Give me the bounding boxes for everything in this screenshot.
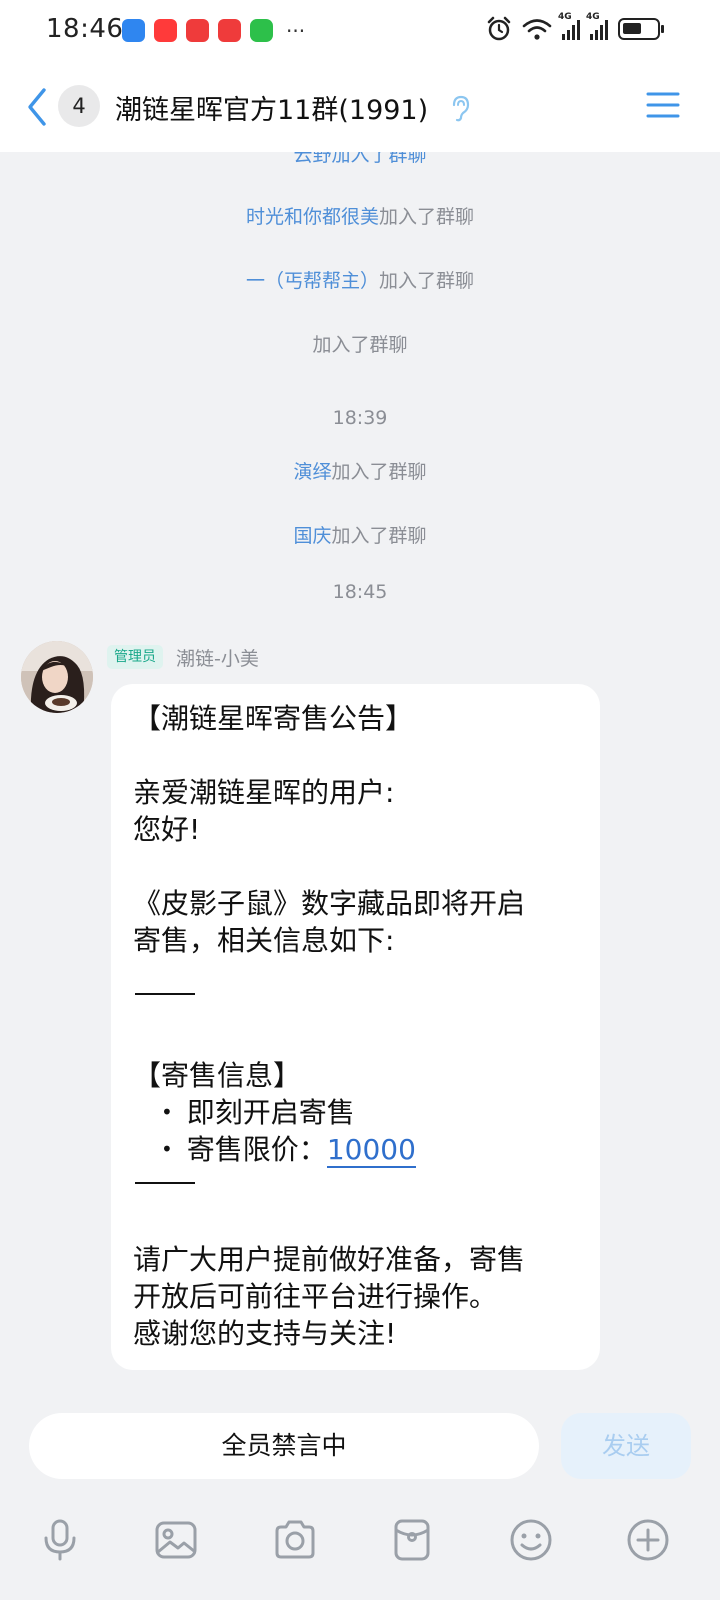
alarm-icon <box>487 16 511 41</box>
red-packet-icon[interactable] <box>388 1516 436 1564</box>
admin-badge: 管理员 <box>107 645 163 669</box>
member-name-link[interactable]: 时光和你都很美 <box>246 206 379 228</box>
plus-icon[interactable] <box>624 1516 672 1564</box>
video-app-icon <box>154 19 177 42</box>
wechat-icon <box>250 19 273 42</box>
message-line: 寄售，相关信息如下: <box>133 924 395 957</box>
system-message: 演绎加入了群聊 <box>293 461 427 483</box>
message-line: 【潮链星晖寄售公告】 <box>133 702 414 735</box>
system-message: 云野加入了群聊 <box>293 152 427 166</box>
system-message: 一（丐帮帮主）加入了群聊 <box>245 270 475 292</box>
battery-icon <box>618 18 664 40</box>
news-app-icon <box>218 19 241 42</box>
message-input[interactable]: 全员禁言中 <box>29 1413 539 1479</box>
chat-title[interactable]: 潮链星晖官方11群(1991) <box>115 88 428 127</box>
cellular-signal-icon: 4G <box>586 12 608 40</box>
message-line: 感谢您的支持与关注! <box>133 1317 397 1350</box>
menu-icon[interactable] <box>646 90 680 120</box>
unread-count-badge[interactable]: 4 <box>58 85 100 127</box>
status-bar: 18:46 ··· 4G 4G <box>0 0 720 64</box>
list-item: • 寄售限价：10000 <box>161 1133 416 1168</box>
timestamp-label: 18:39 <box>332 407 388 429</box>
message-line: 开放后可前往平台进行操作。 <box>133 1280 498 1313</box>
chat-header: 4 潮链星晖官方11群(1991) <box>0 64 720 152</box>
member-name-link[interactable]: 演绎 <box>293 461 331 483</box>
chat-message-list[interactable]: 云野加入了群聊 时光和你都很美加入了群聊 一（丐帮帮主）加入了群聊 加入了群聊 … <box>0 152 720 1408</box>
input-toolbar <box>0 1498 720 1600</box>
input-bar: 全员禁言中 发送 <box>0 1408 720 1498</box>
system-icons: 4G 4G <box>486 12 664 42</box>
message-line: 您好! <box>133 813 201 846</box>
send-button[interactable]: 发送 <box>561 1413 691 1479</box>
system-message: 国庆加入了群聊 <box>293 525 427 547</box>
system-message: 时光和你都很美加入了群聊 <box>245 206 475 228</box>
image-icon[interactable] <box>152 1516 200 1564</box>
back-icon[interactable] <box>22 84 52 130</box>
wifi-icon <box>522 19 552 40</box>
section-title: 【寄售信息】 <box>133 1059 302 1092</box>
news-app-icon <box>186 19 209 42</box>
message-line: 亲爱潮链星晖的用户: <box>133 776 395 809</box>
weather-app-icon <box>122 19 145 42</box>
system-message: 加入了群聊 <box>312 334 408 356</box>
status-time: 18:46 <box>46 14 124 44</box>
list-item: • 即刻开启寄售 <box>161 1096 355 1129</box>
message-bubble[interactable]: 【潮链星晖寄售公告】 亲爱潮链星晖的用户: 您好! 《皮影子鼠》数字藏品即将开启… <box>111 684 600 1370</box>
avatar-photo <box>21 641 93 713</box>
more-notifications-icon: ··· <box>286 18 306 43</box>
message-line: 《皮影子鼠》数字藏品即将开启 <box>133 887 526 920</box>
price-link[interactable]: 10000 <box>326 1133 416 1168</box>
message-line: 请广大用户提前做好准备，寄售 <box>133 1243 526 1276</box>
notification-icons: ··· <box>122 19 305 42</box>
member-name-link[interactable]: 国庆 <box>293 525 331 547</box>
camera-icon[interactable] <box>271 1516 319 1564</box>
timestamp-label: 18:45 <box>332 581 388 603</box>
sender-name[interactable]: 潮链-小美 <box>176 644 259 671</box>
cellular-signal-icon: 4G <box>558 12 580 40</box>
microphone-icon[interactable] <box>36 1516 84 1564</box>
emoji-icon[interactable] <box>507 1516 555 1564</box>
ear-icon[interactable] <box>449 94 471 122</box>
member-name-link[interactable]: 一（丐帮帮主） <box>246 270 379 292</box>
sender-avatar[interactable] <box>21 641 93 713</box>
